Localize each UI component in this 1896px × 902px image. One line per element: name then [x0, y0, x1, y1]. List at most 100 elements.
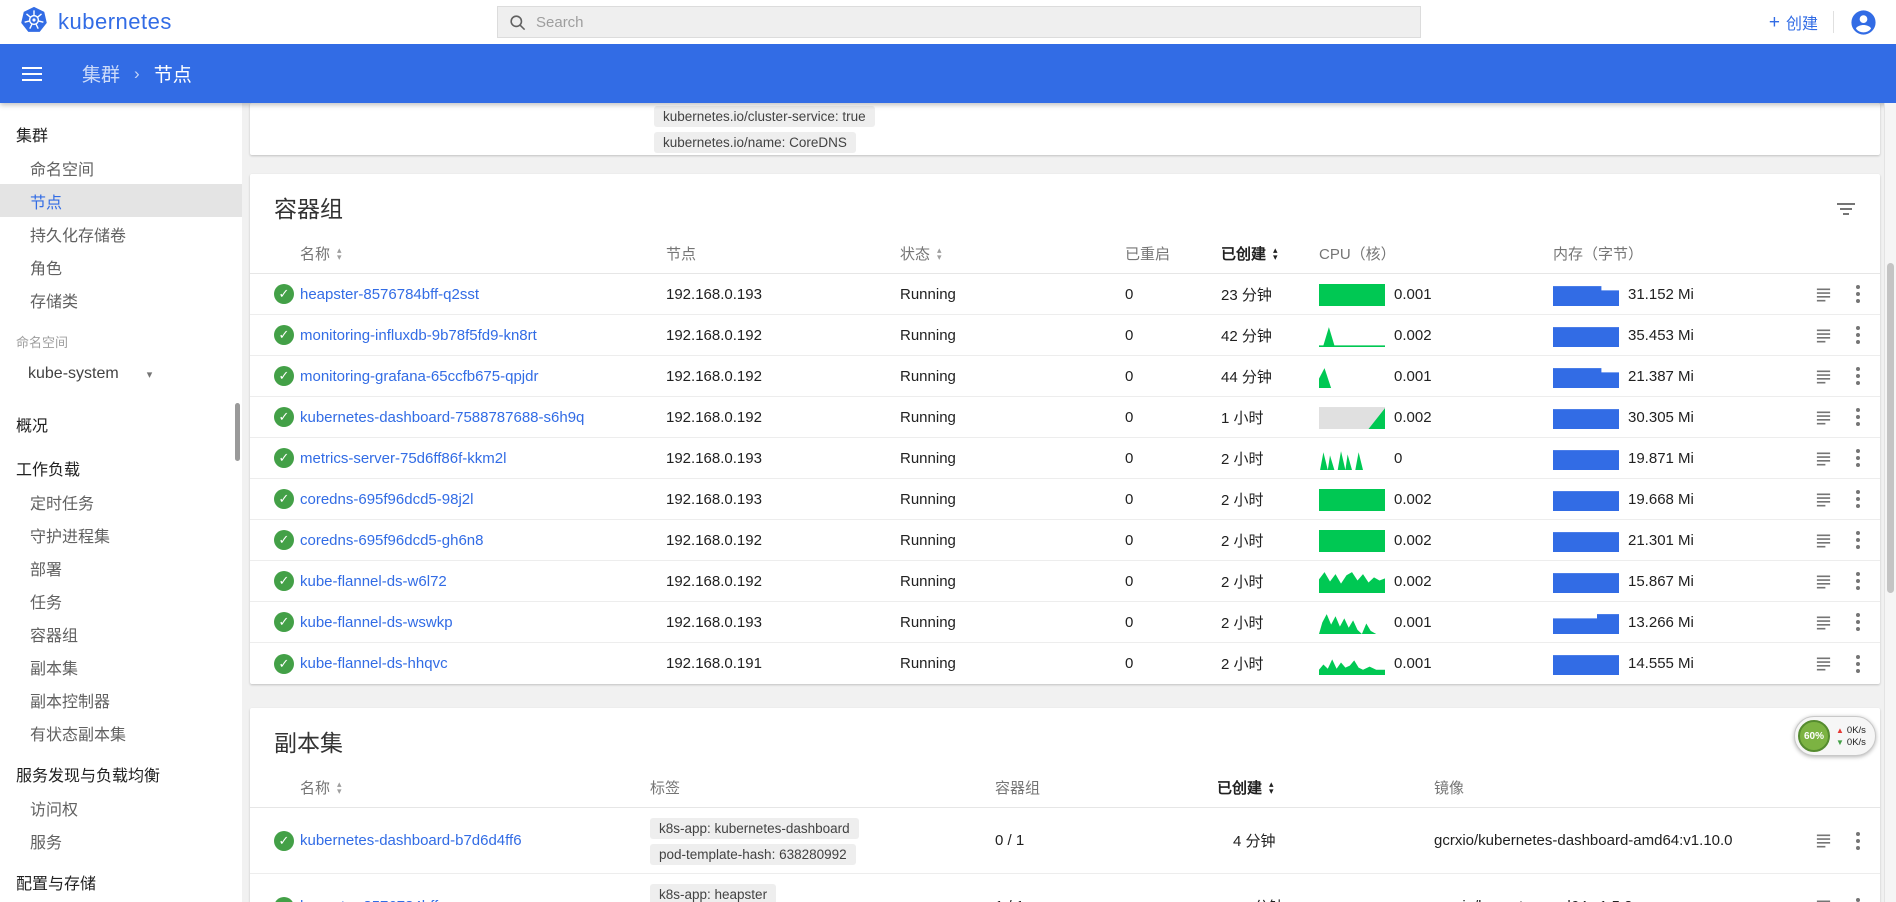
kebab-menu-icon[interactable] — [1852, 488, 1864, 510]
replica-sets-card: 副本集 名称 标签 容器组 已创建 镜像 kubernetes-dashboar… — [250, 708, 1880, 902]
pod-created: 1 小时 — [1205, 407, 1315, 428]
filter-list-icon[interactable] — [1836, 199, 1856, 215]
logs-icon[interactable] — [1815, 368, 1832, 385]
kubernetes-brand[interactable]: kubernetes — [20, 6, 172, 38]
account-circle-icon[interactable] — [1849, 8, 1878, 37]
memory-value: 21.387 Mi — [1628, 368, 1694, 385]
sidebar-group-cluster[interactable]: 集群 — [0, 117, 242, 151]
cpu-sparkline-chart — [1319, 652, 1385, 675]
hamburger-menu-icon[interactable] — [22, 67, 42, 81]
sidebar-item-namespaces[interactable]: 命名空间 — [0, 151, 242, 184]
logs-icon[interactable] — [1815, 614, 1832, 631]
logs-icon[interactable] — [1815, 655, 1832, 672]
download-arrow-icon: ▼ — [1836, 738, 1844, 747]
pod-name-link[interactable]: coredns-695f96dcd5-gh6n8 — [300, 532, 483, 549]
kebab-menu-icon[interactable] — [1852, 529, 1864, 551]
logs-icon[interactable] — [1815, 327, 1832, 344]
pod-status: Running — [900, 286, 1125, 303]
sidebar-group-discovery[interactable]: 服务发现与负载均衡 — [0, 757, 242, 791]
pod-name-link[interactable]: kube-flannel-ds-hhqvc — [300, 655, 448, 672]
upload-rate: 0K/s — [1847, 725, 1866, 736]
pods-col-created[interactable]: 已创建 — [1205, 243, 1315, 264]
pod-name-link[interactable]: heapster-8576784bff-q2sst — [300, 286, 479, 303]
kebab-menu-icon[interactable] — [1852, 611, 1864, 633]
pod-name-link[interactable]: metrics-server-75d6ff86f-kkm2l — [300, 450, 506, 467]
replica-set-name-link[interactable]: heapster-8576784bff — [300, 898, 438, 902]
pods-col-memory[interactable]: 内存（字节） — [1545, 243, 1795, 264]
search-box[interactable] — [497, 6, 1421, 38]
pod-node: 192.168.0.192 — [666, 409, 900, 426]
pod-node: 192.168.0.193 — [666, 614, 900, 631]
pod-name-link[interactable]: kube-flannel-ds-wswkp — [300, 614, 453, 631]
sidebar-item-services[interactable]: 服务 — [0, 824, 242, 857]
pods-col-status[interactable]: 状态 — [900, 243, 1125, 264]
namespace-select[interactable]: kube-system ▾ — [0, 357, 242, 391]
logs-icon[interactable] — [1815, 286, 1832, 303]
pods-card-header: 容器组 — [250, 174, 1880, 234]
kebab-menu-icon[interactable] — [1852, 324, 1864, 346]
sidebar-item-stateful-sets[interactable]: 有状态副本集 — [0, 716, 242, 749]
pod-created: 2 小时 — [1205, 653, 1315, 674]
logs-icon[interactable] — [1815, 532, 1832, 549]
sidebar: 集群 命名空间 节点 持久化存储卷 角色 存储类 命名空间 kube-syste… — [0, 103, 242, 902]
rs-col-name[interactable]: 名称 — [300, 777, 650, 798]
cpu-sparkline-chart — [1319, 447, 1385, 470]
sidebar-scrollbar-thumb[interactable] — [235, 403, 240, 461]
kebab-menu-icon[interactable] — [1852, 896, 1864, 902]
pods-col-node[interactable]: 节点 — [666, 243, 900, 264]
rs-col-created[interactable]: 已创建 — [1217, 777, 1434, 798]
sidebar-item-roles[interactable]: 角色 — [0, 250, 242, 283]
logs-icon[interactable] — [1815, 491, 1832, 508]
logs-icon[interactable] — [1815, 832, 1832, 849]
sidebar-item-deployments[interactable]: 部署 — [0, 551, 242, 584]
search-input[interactable] — [536, 14, 1410, 31]
kebab-menu-icon[interactable] — [1852, 653, 1864, 675]
breadcrumb-cluster-link[interactable]: 集群 — [82, 60, 120, 87]
top-bar: kubernetes + 创建 — [0, 0, 1896, 44]
pod-name-link[interactable]: kubernetes-dashboard-7588787688-s6h9q — [300, 409, 584, 426]
logs-icon[interactable] — [1815, 573, 1832, 590]
pods-col-cpu[interactable]: CPU（核） — [1315, 243, 1545, 264]
rs-col-pods[interactable]: 容器组 — [995, 777, 1217, 798]
sidebar-item-jobs[interactable]: 任务 — [0, 584, 242, 617]
sidebar-item-ingresses[interactable]: 访问权 — [0, 791, 242, 824]
kebab-menu-icon[interactable] — [1852, 365, 1864, 387]
page-scrollbar-thumb[interactable] — [1887, 263, 1894, 593]
pod-node: 192.168.0.192 — [666, 532, 900, 549]
rs-col-labels[interactable]: 标签 — [650, 777, 995, 798]
pod-name-link[interactable]: coredns-695f96dcd5-98j2l — [300, 491, 473, 508]
sidebar-group-config-storage[interactable]: 配置与存储 — [0, 865, 242, 899]
kebab-menu-icon[interactable] — [1852, 830, 1864, 852]
sidebar-item-overview[interactable]: 概况 — [0, 407, 242, 441]
sidebar-group-workloads[interactable]: 工作负载 — [0, 451, 242, 485]
kebab-menu-icon[interactable] — [1852, 283, 1864, 305]
sidebar-item-replica-sets[interactable]: 副本集 — [0, 650, 242, 683]
rs-col-images[interactable]: 镜像 — [1434, 777, 1810, 798]
pod-node: 192.168.0.192 — [666, 368, 900, 385]
logs-icon[interactable] — [1815, 898, 1832, 902]
cpu-sparkline-chart — [1319, 283, 1385, 306]
sidebar-item-daemon-sets[interactable]: 守护进程集 — [0, 518, 242, 551]
pod-name-link[interactable]: monitoring-influxdb-9b78f5fd9-kn8rt — [300, 327, 537, 344]
pod-name-link[interactable]: monitoring-grafana-65ccfb675-qpjdr — [300, 368, 538, 385]
status-ok-icon — [274, 407, 294, 427]
sidebar-item-replication-controllers[interactable]: 副本控制器 — [0, 683, 242, 716]
net-speed-overlay-widget[interactable]: 60% ▲0K/s ▼0K/s — [1794, 716, 1876, 756]
replica-set-name-link[interactable]: kubernetes-dashboard-b7d6d4ff6 — [300, 832, 522, 849]
sidebar-item-pods[interactable]: 容器组 — [0, 617, 242, 650]
pods-col-name[interactable]: 名称 — [300, 243, 666, 264]
sidebar-item-cron-jobs[interactable]: 定时任务 — [0, 485, 242, 518]
sidebar-item-persistent-volumes[interactable]: 持久化存储卷 — [0, 217, 242, 250]
pods-col-restarts[interactable]: 已重启 — [1125, 243, 1205, 264]
sidebar-item-nodes[interactable]: 节点 — [0, 184, 242, 217]
create-button[interactable]: + 创建 — [1769, 10, 1818, 34]
pod-node: 192.168.0.192 — [666, 327, 900, 344]
pod-name-link[interactable]: kube-flannel-ds-w6l72 — [300, 573, 447, 590]
sidebar-item-storage-classes[interactable]: 存储类 — [0, 283, 242, 316]
kebab-menu-icon[interactable] — [1852, 570, 1864, 592]
logs-icon[interactable] — [1815, 409, 1832, 426]
kebab-menu-icon[interactable] — [1852, 447, 1864, 469]
page-scrollbar-track[interactable] — [1884, 103, 1896, 902]
logs-icon[interactable] — [1815, 450, 1832, 467]
kebab-menu-icon[interactable] — [1852, 406, 1864, 428]
